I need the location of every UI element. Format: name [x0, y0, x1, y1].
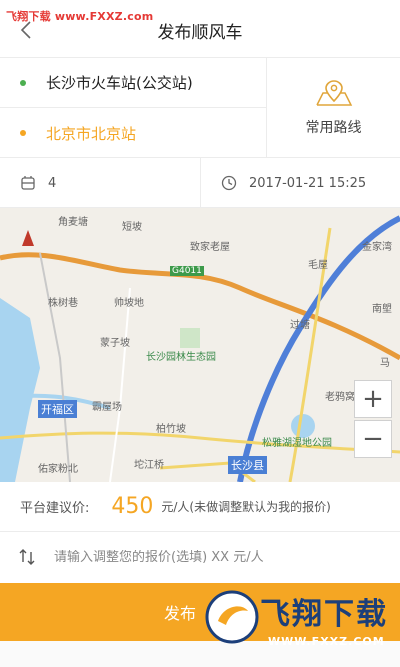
map-label-baizhupo: 柏竹坡 [156, 424, 186, 435]
map-label-fupingchang: 霸屋场 [92, 402, 122, 413]
map-label-guotang: 过塘 [290, 320, 310, 331]
offer-price-input[interactable] [54, 549, 374, 565]
watermark-text: 飞翔下载 www.FXXZ.com [6, 10, 154, 23]
start-location-row[interactable]: 长沙市火车站(公交站) [0, 58, 266, 108]
start-location: 长沙市火车站(公交站) [46, 74, 193, 92]
map-label-maowu: 毛屋 [308, 260, 328, 271]
end-location-row[interactable]: 北京市北京站 [0, 108, 266, 158]
price-unit-note: 元/人(未做调整默认为我的报价) [161, 500, 331, 514]
map-label-tuojiang: 坨江桥 [134, 460, 164, 471]
watermark-badge-icon [205, 590, 259, 644]
map-label-zhushuxiang: 株树巷 [48, 298, 78, 309]
map-view[interactable]: 角麦塘 短坡 致家老屋 金家湾 G4011 毛屋 株树巷 帅坡地 南塱 过塘 蒙… [0, 208, 400, 482]
departure-datetime: 2017-01-21 15:25 [249, 175, 367, 191]
publish-label: 发布 [163, 604, 196, 623]
suggested-price-row: 平台建议价: 450 元/人(未做调整默认为我的报价) [0, 482, 400, 532]
map-label-ma: 马 [380, 358, 390, 369]
zoom-in-button[interactable]: + [354, 380, 392, 418]
watermark-logo: 飞翔下载 WWW.FXXZ.COM [200, 585, 400, 660]
map-label-g4011: G4011 [170, 266, 204, 276]
datetime-selector[interactable]: 2017-01-21 15:25 [201, 158, 400, 208]
common-route-button[interactable]: 常用路线 [267, 58, 400, 158]
map-label-changshaxian: 长沙县 [228, 456, 267, 474]
start-dot-icon [20, 79, 26, 86]
offer-input-row [0, 532, 400, 582]
watermark-logo-url: WWW.FXXZ.COM [268, 635, 385, 648]
trip-info-row: 4 2017-01-21 15:25 [0, 158, 400, 208]
price-label: 平台建议价: [20, 501, 90, 516]
end-dot-icon [20, 130, 26, 136]
common-route-label: 常用路线 [305, 120, 362, 136]
map-label-songyahu: 松雅湖湿地公园 [262, 438, 332, 449]
watermark-logo-title: 飞翔下载 [260, 597, 388, 632]
map-label-jinjiawan: 金家湾 [362, 242, 392, 253]
seat-icon [21, 176, 35, 190]
map-label-kaifu: 开福区 [38, 400, 77, 418]
map-label-zongpo: 蒙子坡 [100, 338, 130, 349]
map-label-zhenjiaolaowu: 致家老屋 [190, 242, 230, 253]
map-label-laoyawo: 老鸦窝 [325, 392, 355, 403]
seats-selector[interactable]: 4 [0, 158, 200, 208]
map-label-jiaomai: 角麦塘 [58, 217, 88, 228]
route-panel: 长沙市火车站(公交站) 北京市北京站 常用路线 [0, 58, 400, 158]
map-label-duanpo: 短坡 [122, 222, 142, 233]
zoom-out-button[interactable]: − [354, 420, 392, 458]
price-value: 450 [111, 494, 154, 519]
map-label-shuaipo: 帅坡地 [114, 298, 144, 309]
map-label-nanxiang: 南塱 [372, 304, 392, 315]
adjust-price-icon [19, 549, 35, 565]
map-label-zhangjiazi: 佑家粉北 [38, 464, 78, 475]
clock-icon [221, 175, 237, 191]
end-location: 北京市北京站 [46, 124, 137, 143]
map-label-gongyuan: 长沙园林生态园 [146, 352, 216, 363]
seats-count: 4 [48, 175, 57, 191]
route-map-icon [315, 80, 352, 106]
